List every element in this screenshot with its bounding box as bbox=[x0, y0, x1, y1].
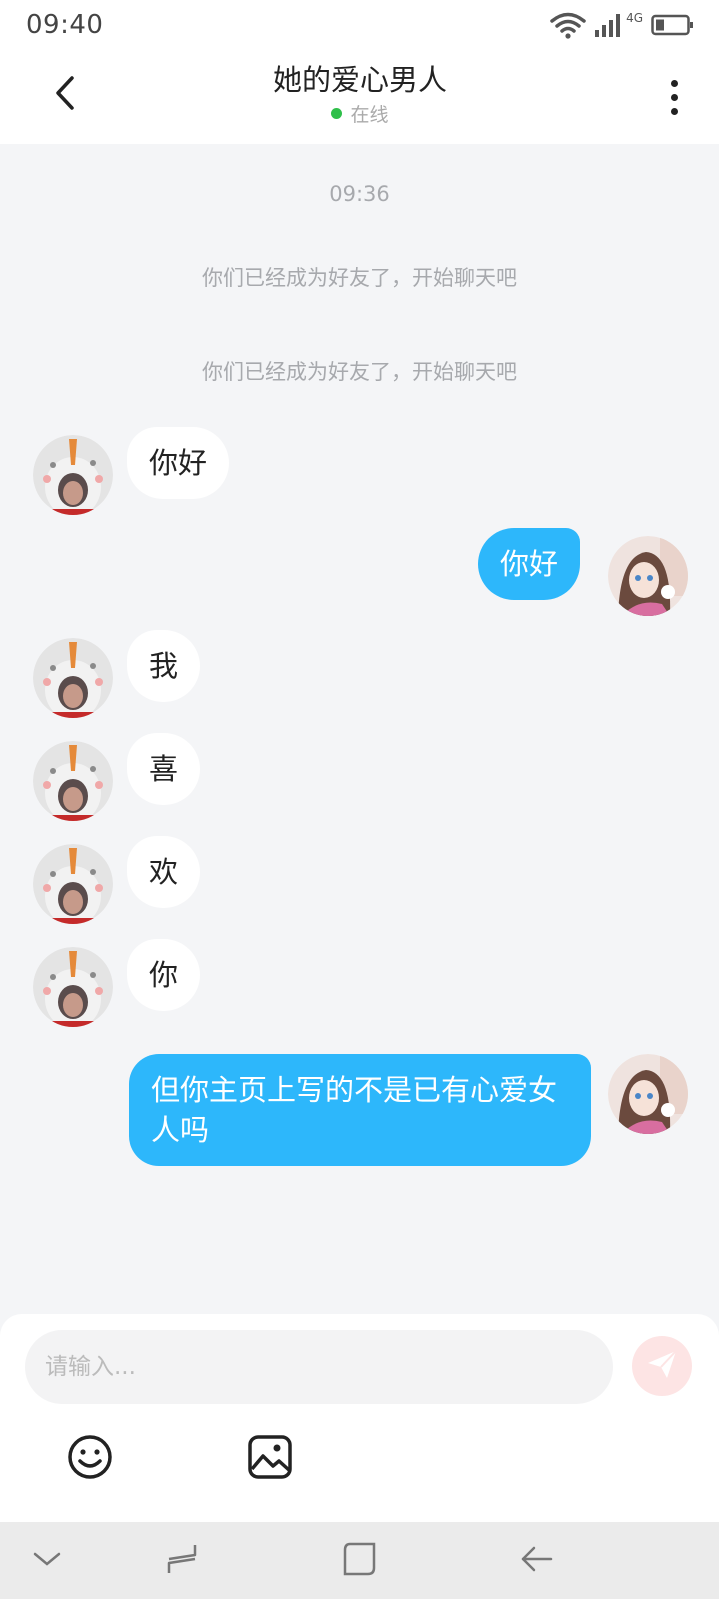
online-dot bbox=[331, 108, 343, 119]
page-title: 她的爱心男人 bbox=[272, 63, 447, 97]
more-vertical-icon bbox=[670, 79, 678, 115]
recent-apps-icon bbox=[165, 1542, 199, 1580]
message-bubble-incoming[interactable]: 你 bbox=[127, 939, 201, 1011]
system-nav-bar bbox=[0, 1522, 719, 1599]
avatar-other[interactable] bbox=[33, 844, 113, 924]
nav-recent-button[interactable] bbox=[157, 1536, 207, 1586]
wifi-icon bbox=[550, 11, 586, 39]
message-timestamp: 09:36 bbox=[329, 182, 390, 206]
system-message: 你们已经成为好友了，开始聊天吧 bbox=[202, 266, 517, 290]
chevron-down-icon bbox=[32, 1549, 62, 1573]
message-bubble-incoming[interactable]: 欢 bbox=[127, 836, 201, 908]
back-arrow-icon bbox=[520, 1544, 554, 1578]
emoji-icon bbox=[66, 1433, 114, 1485]
message-bubble-incoming[interactable]: 我 bbox=[127, 630, 201, 702]
nav-home-button[interactable] bbox=[335, 1536, 385, 1586]
emoji-button[interactable] bbox=[65, 1434, 115, 1484]
chat-header: 她的爱心男人 在线 bbox=[0, 50, 719, 144]
avatar-other[interactable] bbox=[33, 947, 113, 1027]
message-input[interactable] bbox=[25, 1330, 613, 1404]
online-status: 在线 bbox=[160, 100, 560, 127]
home-icon bbox=[342, 1541, 378, 1581]
header-center: 她的爱心男人 在线 bbox=[160, 60, 560, 127]
image-icon bbox=[247, 1434, 293, 1484]
nav-hide-button[interactable] bbox=[22, 1536, 72, 1586]
status-time: 09:40 bbox=[26, 10, 104, 40]
message-bubble-incoming[interactable]: 喜 bbox=[127, 733, 201, 805]
chat-area[interactable]: 09:36 你们已经成为好友了，开始聊天吧 你们已经成为好友了，开始聊天吧 你好… bbox=[0, 144, 719, 1314]
more-button[interactable] bbox=[659, 72, 689, 122]
avatar-other[interactable] bbox=[33, 741, 113, 821]
chevron-left-icon bbox=[52, 74, 78, 116]
system-message: 你们已经成为好友了，开始聊天吧 bbox=[202, 360, 517, 384]
avatar-other[interactable] bbox=[33, 638, 113, 718]
message-bubble-outgoing[interactable]: 但你主页上写的不是已有心爱女人吗 bbox=[129, 1054, 591, 1166]
avatar-me[interactable] bbox=[608, 536, 688, 616]
avatar-other[interactable] bbox=[33, 435, 113, 515]
back-button[interactable] bbox=[40, 70, 90, 120]
composer bbox=[0, 1314, 719, 1522]
avatar-me[interactable] bbox=[608, 1054, 688, 1134]
status-bar: 09:40 4G bbox=[0, 0, 719, 50]
online-status-text: 在线 bbox=[350, 104, 389, 126]
signal-icon bbox=[594, 12, 624, 38]
status-icons: 4G bbox=[550, 11, 695, 39]
send-icon bbox=[645, 1347, 679, 1385]
nav-back-button[interactable] bbox=[512, 1536, 562, 1586]
message-bubble-outgoing[interactable]: 你好 bbox=[477, 528, 580, 600]
send-button[interactable] bbox=[632, 1336, 692, 1396]
network-type-label: 4G bbox=[626, 11, 643, 25]
battery-icon bbox=[651, 13, 695, 37]
message-bubble-incoming[interactable]: 你好 bbox=[127, 427, 230, 499]
image-button[interactable] bbox=[245, 1434, 295, 1484]
